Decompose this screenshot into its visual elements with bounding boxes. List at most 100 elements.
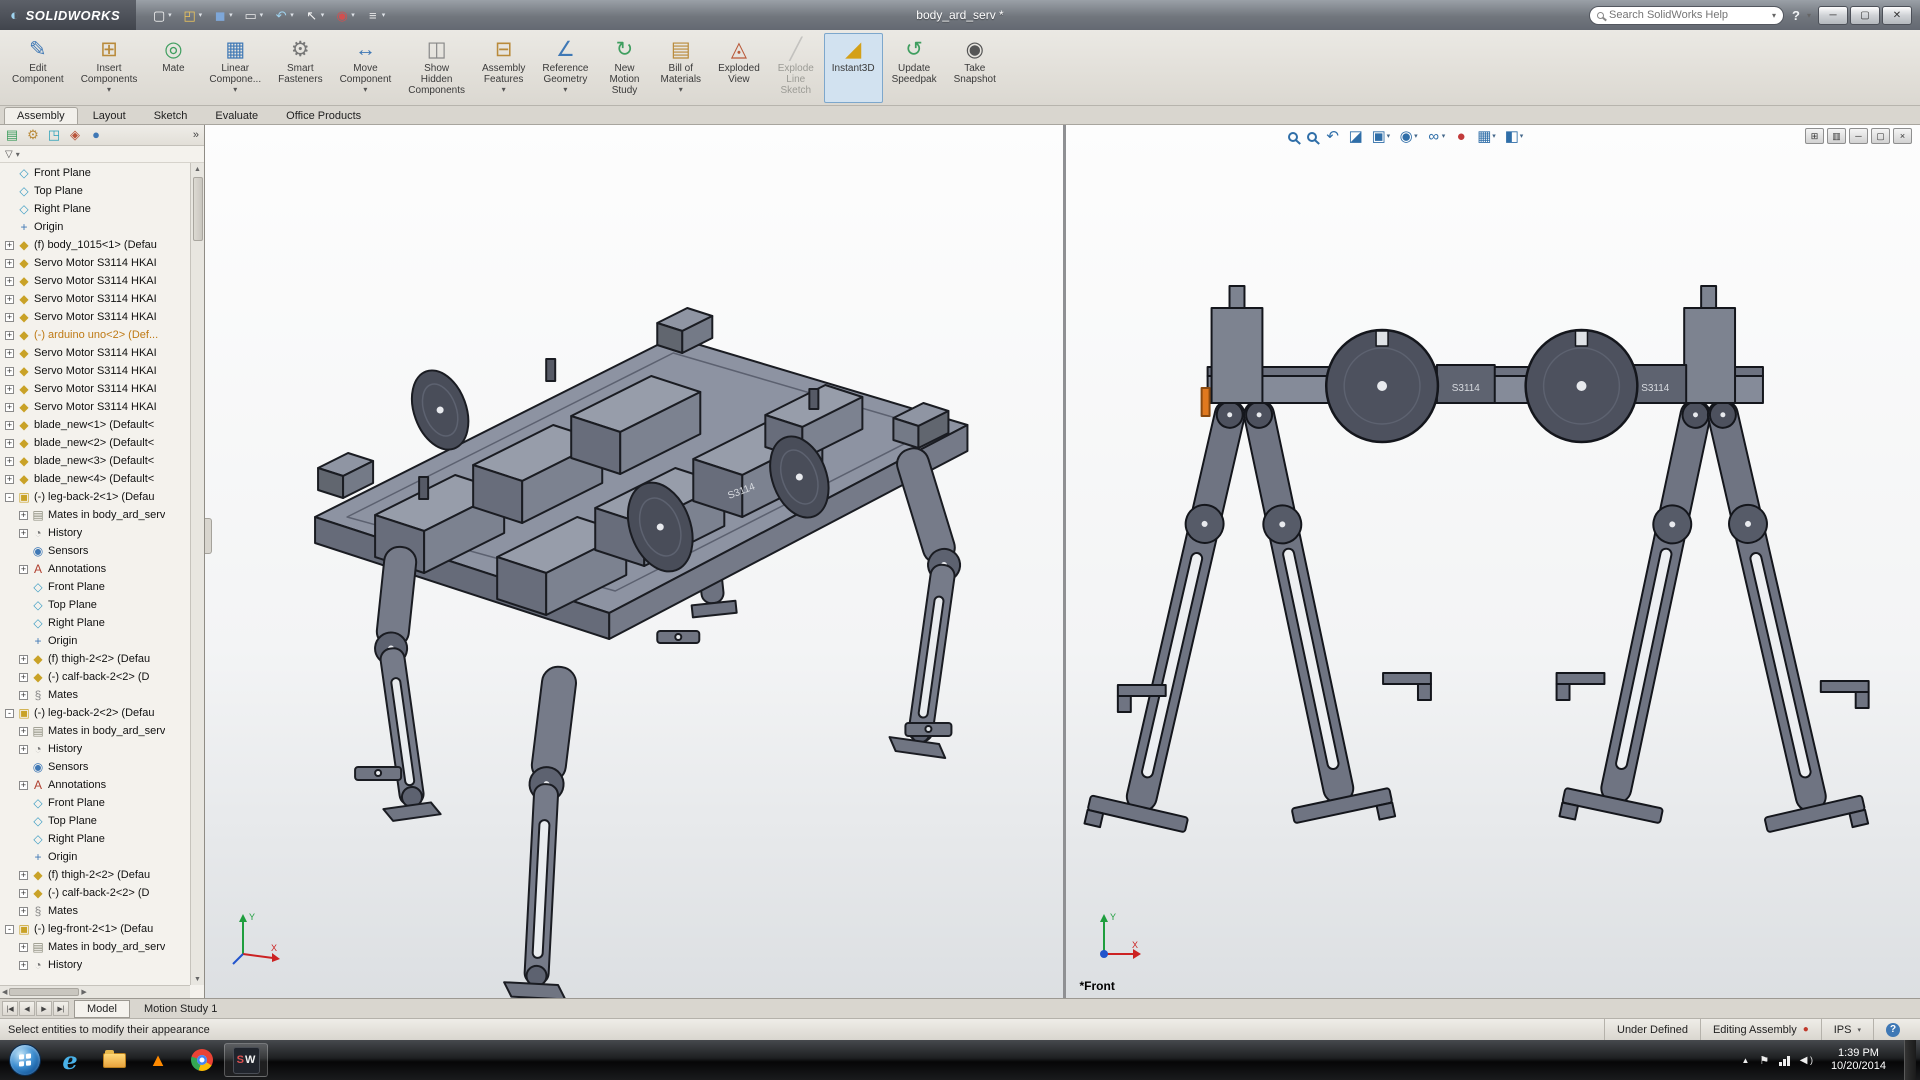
expand-icon[interactable]: + xyxy=(5,241,14,250)
tree-item[interactable]: +◆(-) arduino uno<2> (Def... xyxy=(0,326,190,344)
tree-item[interactable]: ◇Right Plane xyxy=(0,614,190,632)
dropdown-caret-icon[interactable]: ▾ xyxy=(321,9,325,22)
tab-sketch[interactable]: Sketch xyxy=(141,107,201,124)
tree-item[interactable]: +◔History xyxy=(0,740,190,758)
filter-icon[interactable]: ▽ xyxy=(5,149,13,160)
tree-item[interactable]: +AAnnotations xyxy=(0,776,190,794)
dropdown-caret-icon[interactable]: ▾ xyxy=(229,9,233,22)
foot-brackets[interactable] xyxy=(355,631,951,780)
ribbon-button-edit-component[interactable]: ✎Edit Component xyxy=(4,33,72,103)
taskbar-clock[interactable]: 1:39 PM 10/20/2014 xyxy=(1823,1047,1894,1073)
panel-splitter-handle[interactable] xyxy=(205,518,212,554)
tree-item[interactable]: +◆(f) body_1015<1> (Defau xyxy=(0,236,190,254)
show-desktop-button[interactable] xyxy=(1904,1040,1916,1080)
dropdown-caret-icon[interactable]: ▾ xyxy=(351,9,355,22)
chrome-taskbar-button[interactable] xyxy=(180,1043,224,1077)
search-dropdown-icon[interactable]: ▾ xyxy=(1772,11,1776,20)
tree-item[interactable]: +◆Servo Motor S3114 HKAI xyxy=(0,344,190,362)
dropdown-caret-icon[interactable]: ▾ xyxy=(1387,129,1391,144)
open-button[interactable]: ◰▾ xyxy=(179,8,207,23)
save-button[interactable]: ◼▾ xyxy=(209,8,237,23)
tree-item[interactable]: +§Mates xyxy=(0,686,190,704)
help-dropdown-icon[interactable]: ▾ xyxy=(1807,11,1811,20)
media-player-taskbar-button[interactable]: ▲ xyxy=(136,1043,180,1077)
panel-overflow-icon[interactable]: » xyxy=(193,129,199,141)
isometric-view-pane[interactable]: S3114 Y X xyxy=(205,125,1063,998)
show-hidden-icons-icon[interactable]: ▲ xyxy=(1741,1056,1749,1065)
help-icon[interactable]: ? xyxy=(1792,8,1800,23)
windows-explorer-taskbar-button[interactable] xyxy=(92,1043,136,1077)
minimize-button[interactable]: ─ xyxy=(1818,6,1848,25)
tree-item[interactable]: ◇Top Plane xyxy=(0,182,190,200)
collapse-icon[interactable]: - xyxy=(5,925,14,934)
new-button[interactable]: ▢▾ xyxy=(148,8,176,23)
expand-icon[interactable]: + xyxy=(5,277,14,286)
tab-motion-study-1[interactable]: Motion Study 1 xyxy=(131,1000,230,1018)
isometric-robot-view[interactable]: S3114 xyxy=(205,125,1063,998)
pane-grid-button[interactable]: ⊞ xyxy=(1805,128,1824,144)
ribbon-button-exploded-view[interactable]: ◬Exploded View xyxy=(710,33,768,103)
expand-icon[interactable]: + xyxy=(19,673,28,682)
network-icon[interactable] xyxy=(1779,1055,1790,1066)
tree-item[interactable]: +◆blade_new<3> (Default< xyxy=(0,452,190,470)
leg-hooks[interactable] xyxy=(1117,673,1868,712)
expand-icon[interactable]: + xyxy=(5,331,14,340)
dropdown-caret-icon[interactable]: ▾ xyxy=(1492,129,1496,144)
tab-layout[interactable]: Layout xyxy=(80,107,139,124)
scroll-thumb[interactable] xyxy=(193,177,203,241)
dropdown-caret-icon[interactable]: ▾ xyxy=(168,9,172,22)
display-style-button[interactable]: ◉▾ xyxy=(1399,129,1418,144)
start-button[interactable] xyxy=(9,1044,41,1076)
dropdown-caret-icon[interactable]: ▾ xyxy=(290,9,294,22)
tree-item[interactable]: ◇Front Plane xyxy=(0,164,190,182)
solidworks-taskbar-button[interactable]: SW xyxy=(224,1043,268,1077)
tree-item[interactable]: +◆(-) calf-back-2<2> (D xyxy=(0,668,190,686)
expand-icon[interactable]: + xyxy=(19,727,28,736)
tree-item[interactable]: +◆Servo Motor S3114 HKAI xyxy=(0,380,190,398)
units-dropdown-icon[interactable]: ▾ xyxy=(1857,1026,1861,1034)
ribbon-button-take-snapshot[interactable]: ◉Take Snapshot xyxy=(946,33,1004,103)
tree-item[interactable]: ◇Front Plane xyxy=(0,794,190,812)
tree-item[interactable]: +◔History xyxy=(0,524,190,542)
expand-icon[interactable]: + xyxy=(5,457,14,466)
view-settings-button[interactable]: ◧▾ xyxy=(1505,129,1524,144)
expand-icon[interactable]: + xyxy=(19,907,28,916)
ribbon-button-instant3d[interactable]: ◢Instant3D xyxy=(824,33,883,103)
select-button[interactable]: ↖▾ xyxy=(301,8,329,23)
tree-item[interactable]: +◆Servo Motor S3114 HKAI xyxy=(0,308,190,326)
ribbon-button-move-component[interactable]: ↔Move Component▾ xyxy=(332,33,400,103)
tree-item[interactable]: +◆Servo Motor S3114 HKAI xyxy=(0,362,190,380)
tree-filter-row[interactable]: ▽ ▾ xyxy=(0,146,204,163)
units-selector[interactable]: IPS ▾ xyxy=(1821,1019,1873,1040)
expand-icon[interactable]: + xyxy=(5,475,14,484)
ribbon-button-bill-of-materials[interactable]: ▤Bill of Materials▾ xyxy=(652,33,709,103)
action-center-icon[interactable]: ⚑ xyxy=(1759,1054,1769,1067)
search-input[interactable] xyxy=(1609,9,1767,21)
scroll-left-icon[interactable]: ◀ xyxy=(2,988,7,996)
expand-icon[interactable]: + xyxy=(19,781,28,790)
tree-item[interactable]: ◉Sensors xyxy=(0,758,190,776)
dropdown-caret-icon[interactable]: ▾ xyxy=(233,86,237,94)
ribbon-button-update-speedpak[interactable]: ↺Update Speedpak xyxy=(884,33,945,103)
expand-icon[interactable]: + xyxy=(19,511,28,520)
tree-item[interactable]: ◇Front Plane xyxy=(0,578,190,596)
zoom-to-area-button[interactable] xyxy=(1307,132,1317,142)
quick-tips[interactable]: ? xyxy=(1873,1019,1912,1040)
expand-icon[interactable]: + xyxy=(5,259,14,268)
tree-item[interactable]: ◇Top Plane xyxy=(0,812,190,830)
front-right-leg-pair[interactable] xyxy=(1559,390,1868,846)
tree-item[interactable]: +◆(f) thigh-2<2> (Defau xyxy=(0,650,190,668)
ribbon-button-show-hidden-components[interactable]: ◫Show Hidden Components xyxy=(400,33,473,103)
tree-item[interactable]: +§Mates xyxy=(0,902,190,920)
expand-icon[interactable]: + xyxy=(19,871,28,880)
undo-button[interactable]: ↶▾ xyxy=(270,8,298,23)
tree-item[interactable]: +◆Servo Motor S3114 HKAI xyxy=(0,272,190,290)
front-robot-view[interactable]: S3114 S3114 xyxy=(1066,125,1920,998)
featuremanager-tab[interactable]: ▤ xyxy=(5,126,19,144)
dropdown-caret-icon[interactable]: ▾ xyxy=(502,86,506,94)
zoom-to-fit-button[interactable] xyxy=(1288,132,1298,142)
scroll-up-icon[interactable]: ▲ xyxy=(194,163,201,175)
graphics-area[interactable]: S3114 Y X ↶◪▣▾◉▾∞▾●▦▾◧▾ xyxy=(205,125,1920,998)
tree-item[interactable]: ◇Right Plane xyxy=(0,200,190,218)
expand-icon[interactable]: + xyxy=(19,655,28,664)
